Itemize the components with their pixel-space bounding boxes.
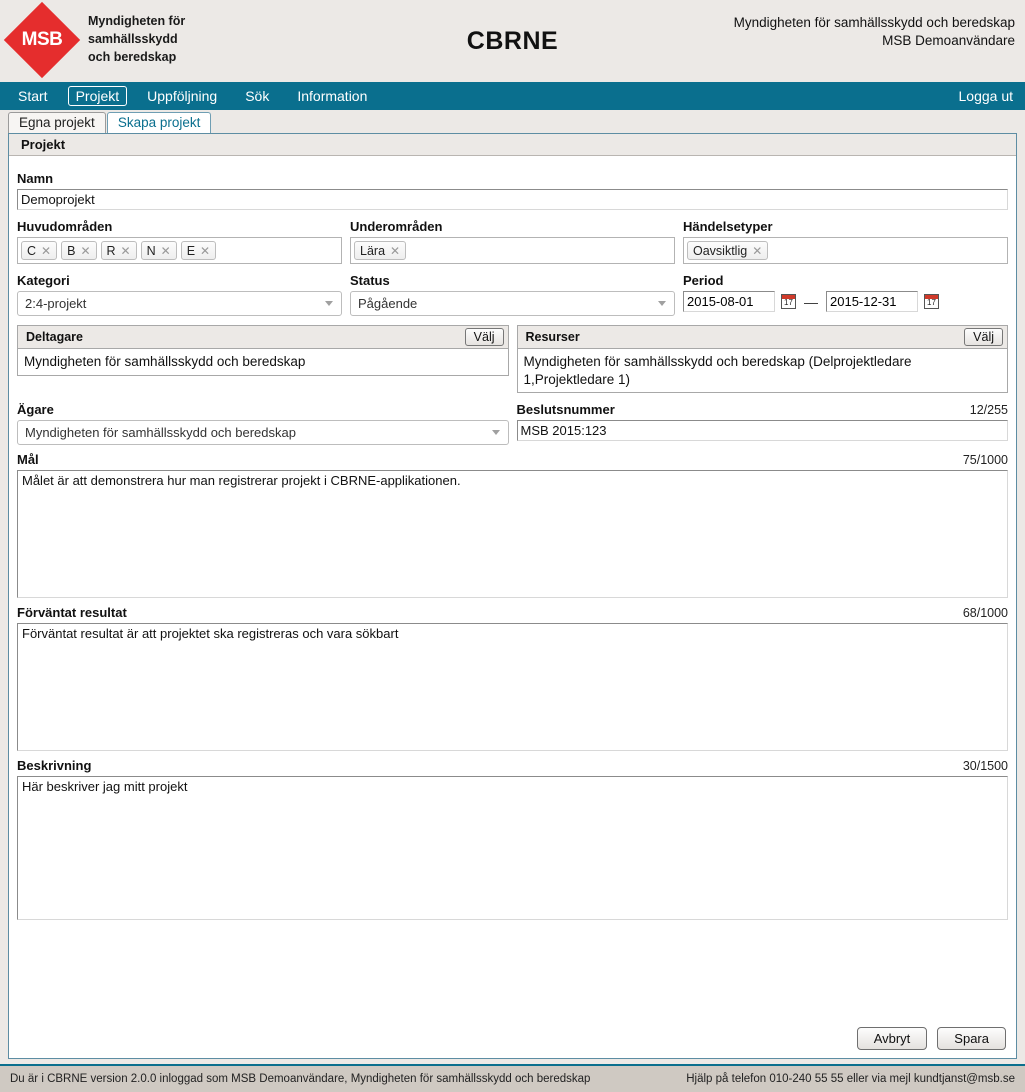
nav-item-uppfoljning[interactable]: Uppföljning	[139, 86, 225, 106]
nav-item-sok[interactable]: Sök	[237, 86, 277, 106]
agare-select[interactable]: Myndigheten för samhällsskydd och bereds…	[17, 420, 509, 446]
beslutsnummer-counter: 12/255	[969, 403, 1008, 418]
forvantat-resultat-label: Förväntat resultat	[17, 605, 127, 621]
nav-item-projekt[interactable]: Projekt	[67, 86, 128, 106]
tag-e[interactable]: E ✕	[180, 241, 217, 260]
tag-b-label: B	[67, 243, 76, 258]
period-separator: —	[804, 293, 818, 310]
tag-c[interactable]: C ✕	[21, 241, 58, 260]
resurser-header: Resurser Välj	[517, 326, 1007, 349]
resurser-label: Resurser	[525, 330, 580, 344]
tag-r[interactable]: R ✕	[100, 241, 137, 260]
forvantat-resultat-label-row: Förväntat resultat 68/1000	[17, 605, 1008, 620]
mal-counter: 75/1000	[962, 453, 1008, 468]
tab-strip: Egna projekt Skapa projekt	[0, 110, 1025, 133]
chevron-down-icon	[658, 301, 666, 306]
kategori-label: Kategori	[17, 273, 70, 288]
beslutsnummer-label: Beslutsnummer	[516, 402, 615, 418]
handelsetyper-tagbox[interactable]: Oavsiktlig ✕	[683, 237, 1008, 264]
mal-label: Mål	[17, 452, 39, 468]
user-info: Myndigheten för samhällsskydd och bereds…	[734, 14, 1015, 50]
form-actions: Avbryt Spara	[856, 1027, 1006, 1050]
deltagare-group: Deltagare Välj Myndigheten för samhällss…	[17, 325, 509, 376]
tab-egna-projekt[interactable]: Egna projekt	[8, 112, 106, 133]
status-bar-left-text: Du är i CBRNE version 2.0.0 inloggad som…	[10, 1073, 591, 1085]
save-button[interactable]: Spara	[937, 1027, 1006, 1050]
tag-n[interactable]: N ✕	[140, 241, 177, 260]
nav-item-start[interactable]: Start	[10, 86, 56, 106]
agare-selected-value: Myndigheten för samhällsskydd och bereds…	[25, 425, 296, 441]
beslutsnummer-input[interactable]	[516, 420, 1008, 442]
kategori-select[interactable]: 2:4-projekt	[17, 291, 342, 316]
resurser-value: Myndigheten för samhällsskydd och bereds…	[523, 354, 912, 387]
namn-label: Namn	[17, 171, 54, 186]
huvudomraden-label: Huvudområden	[17, 219, 113, 234]
status-selected-value: Pågående	[358, 296, 418, 311]
mal-label-row: Mål 75/1000	[17, 452, 1008, 467]
beskrivning-textarea[interactable]: Här beskriver jag mitt projekt	[17, 776, 1008, 921]
underomraden-tagbox[interactable]: Lära ✕	[350, 237, 675, 264]
calendar-icon-from-day: 17	[784, 298, 793, 307]
status-label: Status	[350, 273, 390, 288]
tag-r-remove-icon[interactable]: ✕	[121, 245, 131, 257]
nav-item-information[interactable]: Information	[289, 86, 375, 106]
tag-b[interactable]: B ✕	[61, 241, 97, 260]
tag-oavsiktlig-remove-icon[interactable]: ✕	[752, 245, 762, 257]
period-row: 17 — 17	[683, 291, 1008, 312]
tag-c-remove-icon[interactable]: ✕	[41, 245, 51, 257]
tag-e-label: E	[186, 243, 196, 258]
page-header: MSB Myndigheten för samhällsskydd och be…	[0, 0, 1025, 82]
forvantat-resultat-textarea[interactable]: Förväntat resultat är att projektet ska …	[17, 623, 1008, 752]
chevron-down-icon	[325, 301, 333, 306]
deltagare-value: Myndigheten för samhällsskydd och bereds…	[24, 354, 306, 369]
tag-lara-label: Lära	[360, 243, 386, 258]
tag-c-label: C	[27, 243, 37, 258]
beskrivning-label: Beskrivning	[17, 758, 92, 774]
user-organization: Myndigheten för samhällsskydd och bereds…	[733, 15, 1015, 30]
status-bar: Du är i CBRNE version 2.0.0 inloggad som…	[0, 1064, 1025, 1092]
user-name: MSB Demoanvändare	[882, 33, 1015, 49]
calendar-icon-to-day: 17	[927, 298, 936, 307]
deltagare-valj-button[interactable]: Välj	[464, 328, 504, 346]
resurser-valj-button[interactable]: Välj	[964, 328, 1003, 346]
beskrivning-counter: 30/1500	[962, 759, 1008, 774]
deltagare-header: Deltagare Välj	[18, 326, 508, 349]
status-select[interactable]: Pågående	[350, 291, 675, 316]
tag-n-remove-icon[interactable]: ✕	[161, 245, 171, 257]
forvantat-resultat-counter: 68/1000	[962, 606, 1008, 621]
handelsetyper-label: Händelsetyper	[683, 219, 773, 234]
logout-link[interactable]: Logga ut	[959, 88, 1014, 104]
main-navigation: Start Projekt Uppföljning Sök Informatio…	[0, 82, 1025, 110]
period-to-input[interactable]	[826, 291, 918, 312]
beslutsnummer-label-row: Beslutsnummer 12/255	[517, 402, 1009, 417]
period-label: Period	[683, 273, 724, 288]
kategori-selected-value: 2:4-projekt	[25, 296, 87, 311]
tab-skapa-projekt[interactable]: Skapa projekt	[106, 112, 212, 133]
tag-n-label: N	[146, 243, 156, 258]
namn-input[interactable]	[17, 189, 1008, 210]
tag-r-label: R	[106, 243, 116, 258]
huvudomraden-tagbox[interactable]: C ✕ B ✕ R ✕ N ✕ E ✕	[17, 237, 342, 264]
calendar-icon-from[interactable]: 17	[781, 294, 796, 309]
panel-title: Projekt	[9, 134, 1016, 156]
tag-oavsiktlig-label: Oavsiktlig	[693, 243, 748, 258]
cancel-button[interactable]: Avbryt	[856, 1027, 928, 1050]
tag-lara-remove-icon[interactable]: ✕	[390, 245, 400, 257]
chevron-down-icon	[491, 430, 500, 436]
tag-lara[interactable]: Lära ✕	[354, 241, 407, 260]
tag-b-remove-icon[interactable]: ✕	[80, 245, 90, 257]
agare-label: Ägare	[17, 402, 54, 418]
underomraden-label: Underområden	[350, 219, 443, 234]
period-from-input[interactable]	[683, 291, 775, 312]
project-form-panel: Projekt Namn Huvudområden C✕ B✕ R✕ N✕ E✕…	[8, 133, 1017, 1059]
tag-e-remove-icon[interactable]: ✕	[200, 245, 210, 257]
beskrivning-label-row: Beskrivning 30/1500	[17, 758, 1008, 773]
deltagare-label: Deltagare	[26, 330, 83, 344]
project-form: Namn Huvudområden C✕ B✕ R✕ N✕ E✕ Underom…	[9, 156, 1016, 921]
calendar-icon-to[interactable]: 17	[924, 294, 939, 309]
tag-oavsiktlig[interactable]: Oavsiktlig ✕	[687, 241, 769, 260]
resurser-group: Resurser Välj Myndigheten för samhällssk…	[516, 325, 1008, 394]
status-bar-right-text: Hjälp på telefon 010-240 55 55 eller via…	[686, 1073, 1015, 1085]
mal-textarea[interactable]: Målet är att demonstrera hur man registr…	[17, 470, 1008, 599]
